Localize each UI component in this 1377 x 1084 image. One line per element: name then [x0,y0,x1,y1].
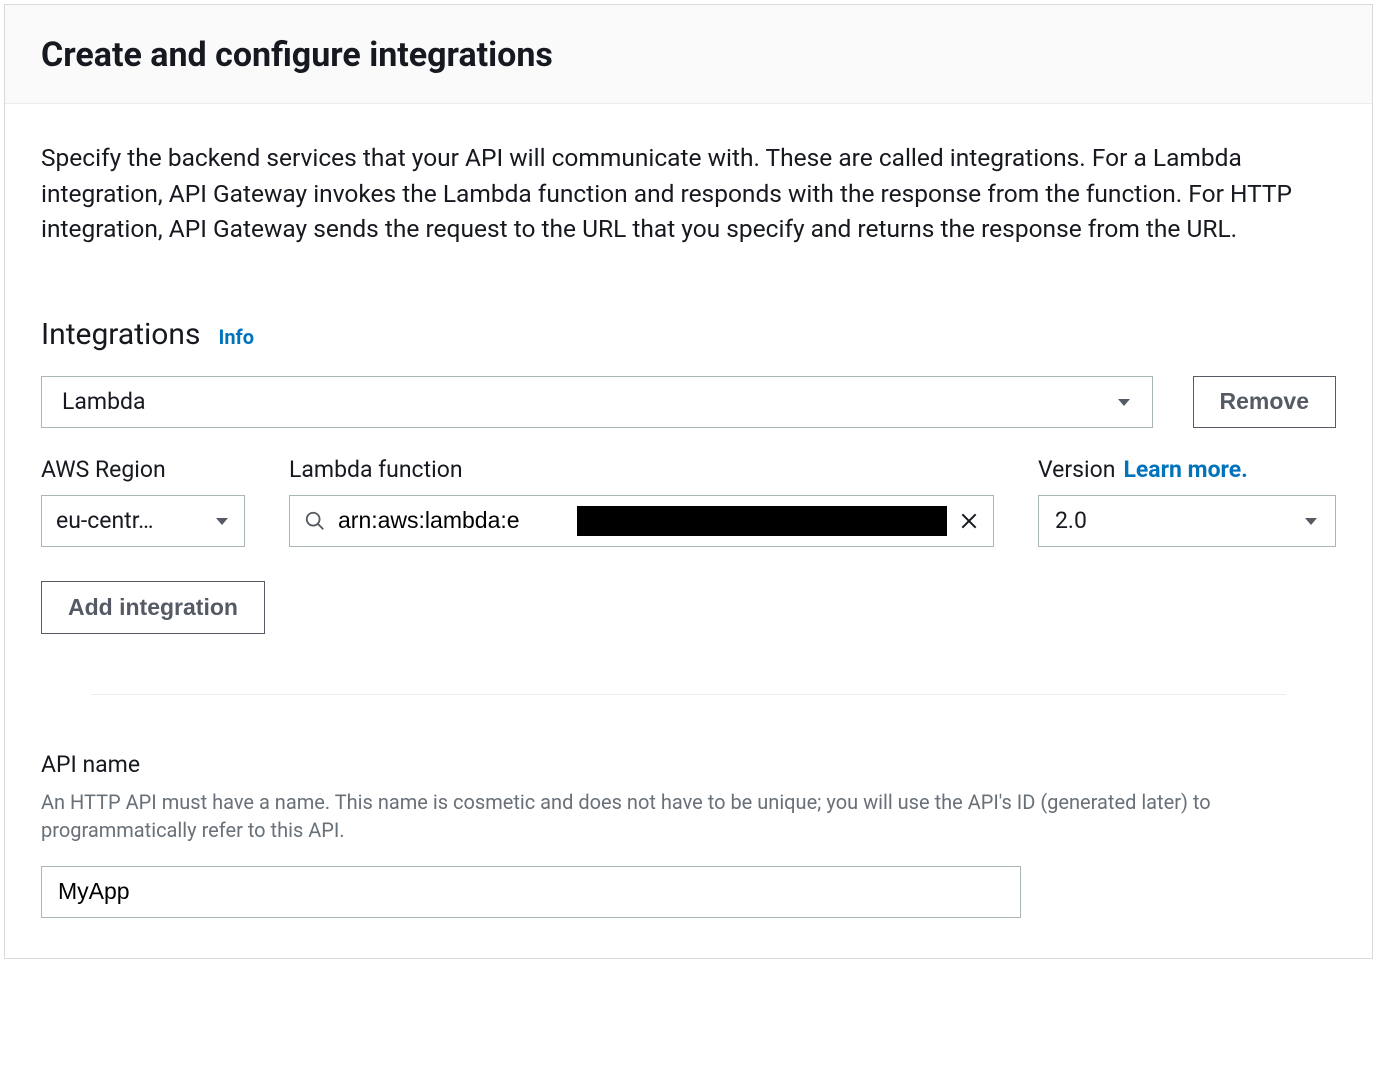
integration-type-row: Lambda Remove [41,376,1336,428]
clear-input-icon[interactable] [959,511,979,531]
create-integrations-panel: Create and configure integrations Specif… [4,4,1373,959]
region-value: eu-centr… [56,507,154,534]
version-select[interactable]: 2.0 [1038,495,1336,547]
region-label: AWS Region [41,456,245,483]
integration-type-value: Lambda [62,388,145,415]
version-field: Version Learn more. 2.0 [1038,456,1336,547]
integrations-heading-row: Integrations Info [41,317,1336,352]
redacted-block [577,506,947,536]
intro-text: Specify the backend services that your A… [41,140,1336,247]
panel-header: Create and configure integrations [5,5,1372,104]
region-field: AWS Region eu-centr… [41,456,245,547]
remove-button[interactable]: Remove [1193,376,1336,428]
lambda-function-input[interactable] [338,507,565,534]
lambda-function-label: Lambda function [289,456,994,483]
divider [91,694,1286,695]
integration-fields-row: AWS Region eu-centr… Lambda function [41,456,1336,547]
region-select[interactable]: eu-centr… [41,495,245,547]
panel-body: Specify the backend services that your A… [5,104,1372,958]
search-icon [304,510,326,532]
add-integration-button[interactable]: Add integration [41,581,265,634]
caret-down-icon [214,513,230,529]
api-name-label: API name [41,751,1336,778]
integrations-heading: Integrations [41,317,200,352]
info-link[interactable]: Info [218,325,254,349]
version-label-row: Version Learn more. [1038,456,1336,483]
version-label: Version [1038,456,1115,483]
api-name-help: An HTTP API must have a name. This name … [41,788,1336,844]
lambda-function-input-wrap[interactable] [289,495,994,547]
lambda-function-field: Lambda function [289,456,994,547]
learn-more-link[interactable]: Learn more. [1123,456,1247,483]
caret-down-icon [1116,394,1132,410]
version-value: 2.0 [1055,507,1087,534]
caret-down-icon [1303,513,1319,529]
integration-type-select[interactable]: Lambda [41,376,1153,428]
page-title: Create and configure integrations [41,35,1336,75]
api-name-input[interactable] [41,866,1021,918]
